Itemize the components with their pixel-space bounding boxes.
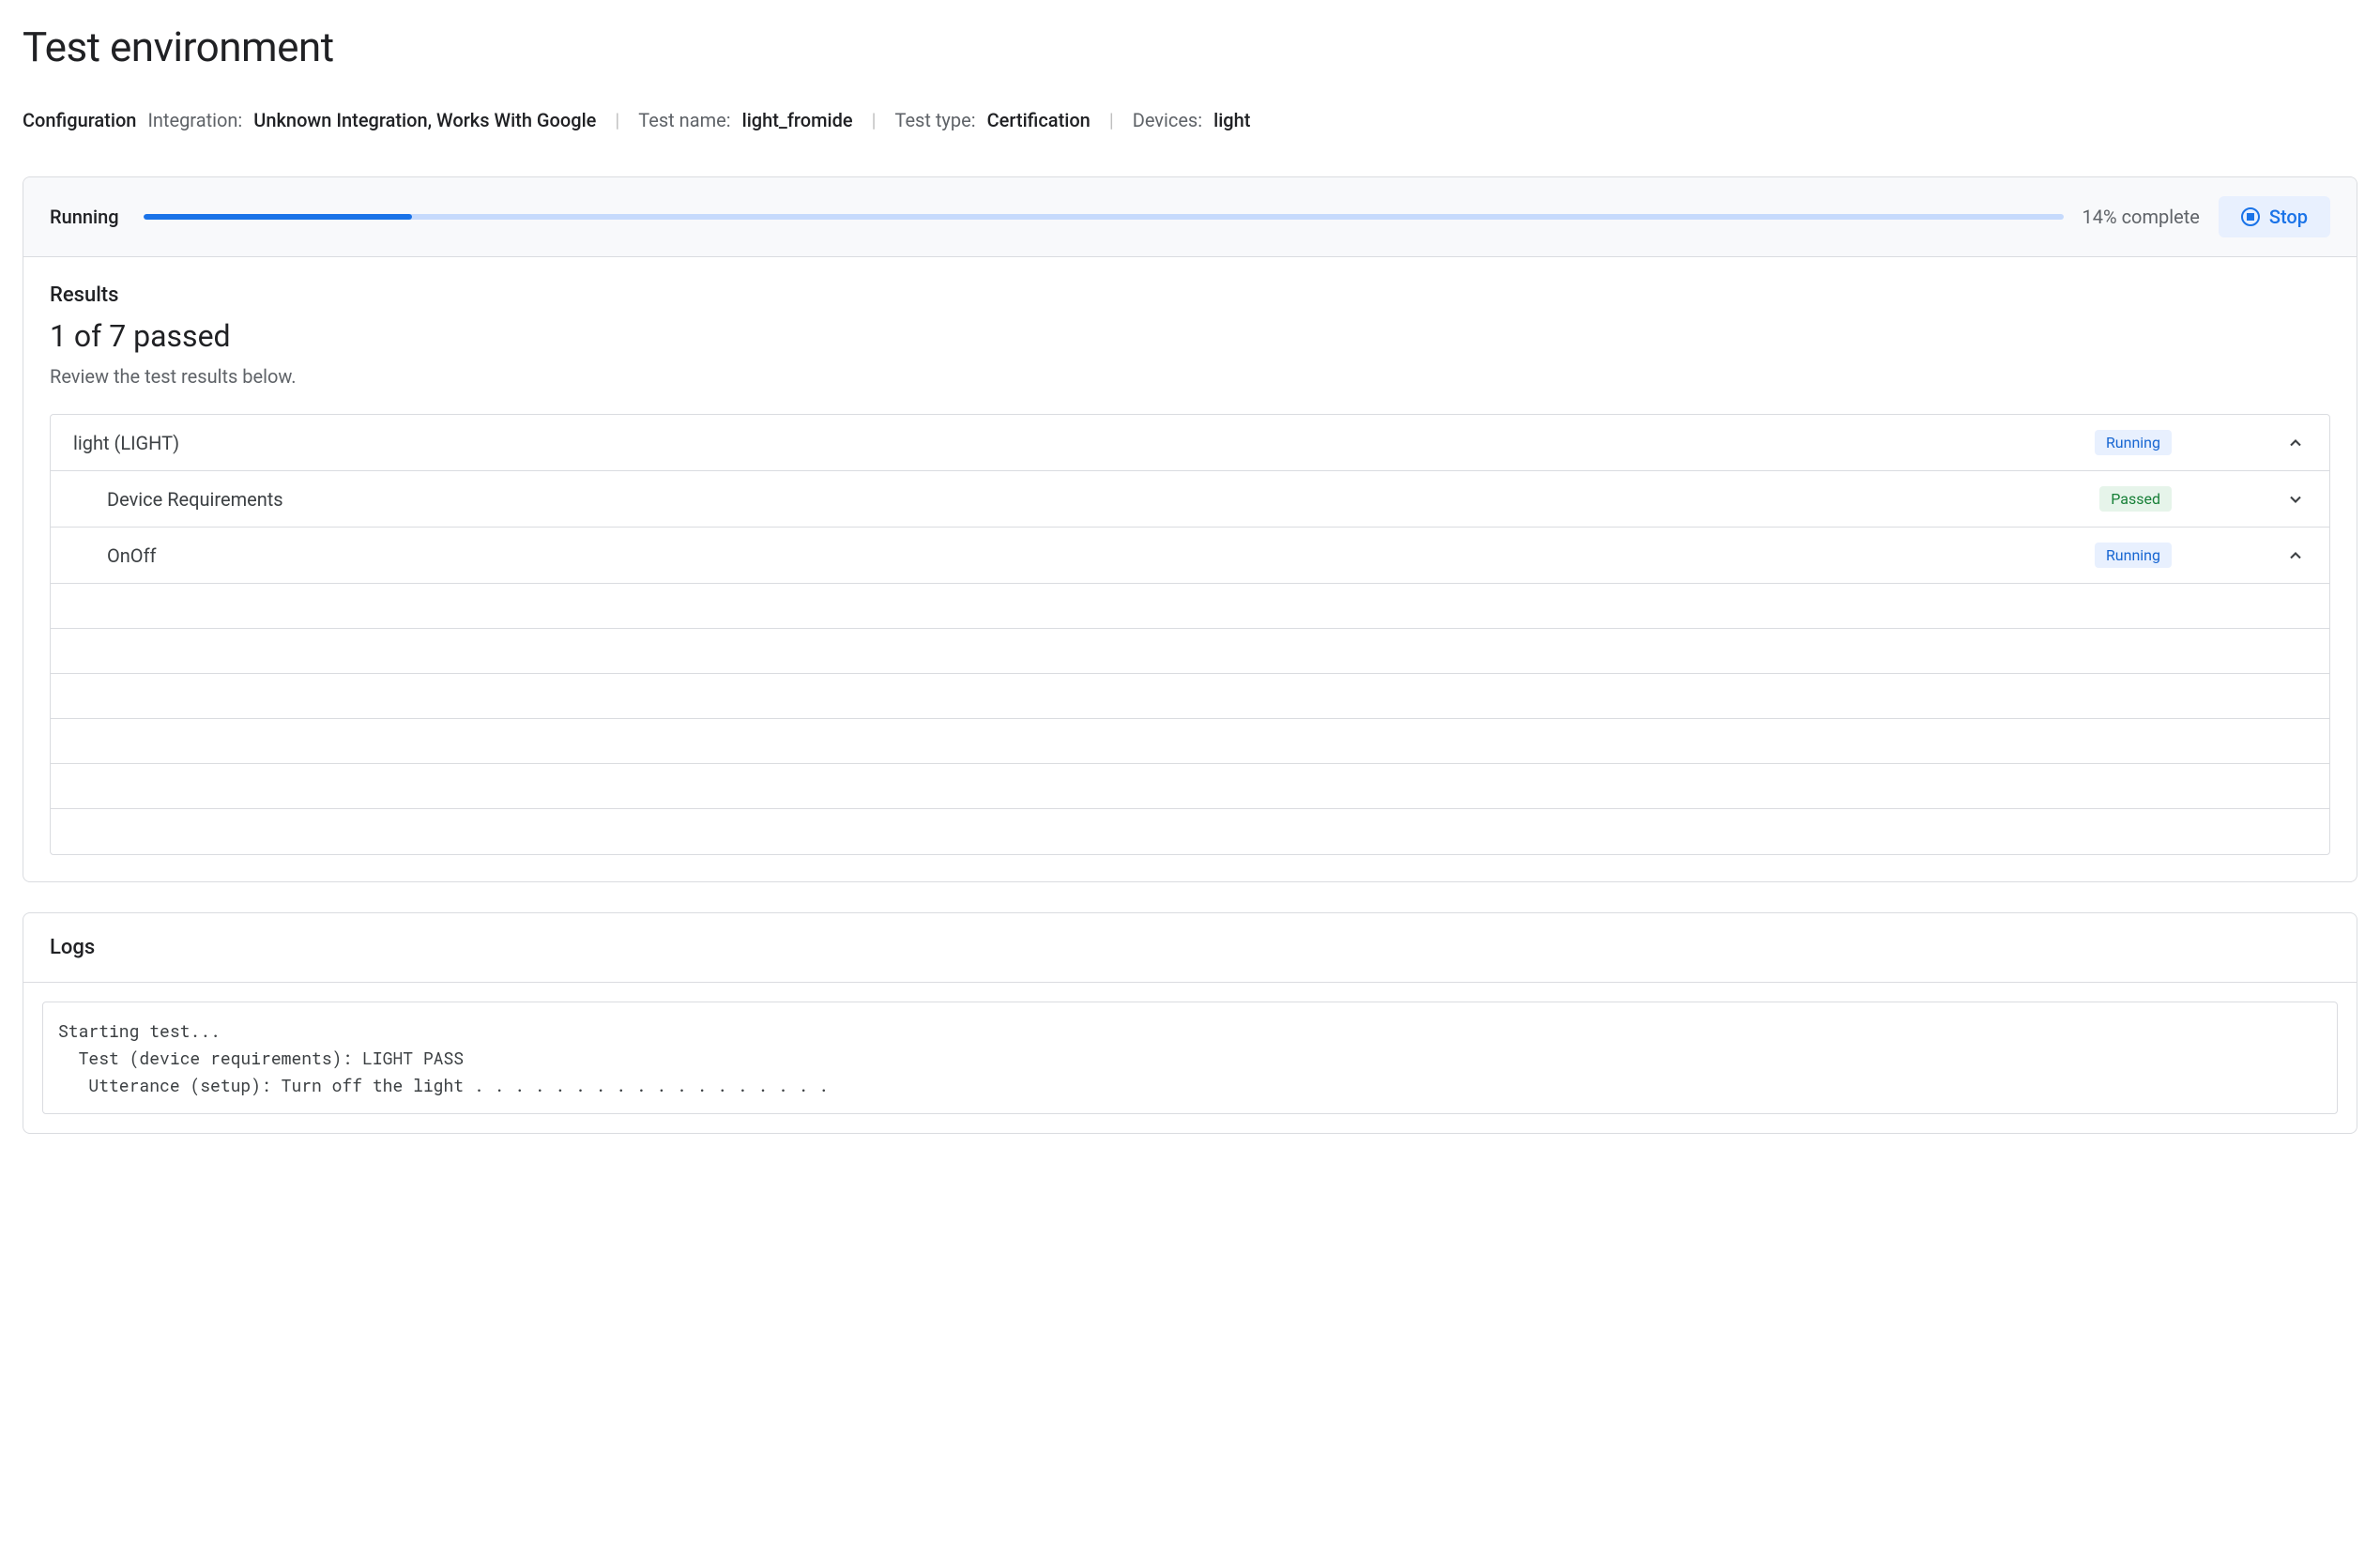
results-section: Results 1 of 7 passed Review the test re… xyxy=(23,257,2357,881)
divider: | xyxy=(615,109,619,131)
test-name-label: Test name: xyxy=(638,109,730,131)
progress-bar xyxy=(144,214,2064,220)
result-name: Device Requirements xyxy=(107,488,2099,511)
status-label: Running xyxy=(50,206,125,228)
page-title: Test environment xyxy=(23,23,2357,71)
empty-row xyxy=(51,719,2329,764)
test-type-value: Certification xyxy=(987,109,1091,131)
integration-value: Unknown Integration, Works With Google xyxy=(253,109,596,131)
chevron-up-icon xyxy=(2284,544,2307,567)
status-badge: Running xyxy=(2095,543,2172,568)
logs-card: Logs Starting test... Test (device requi… xyxy=(23,912,2357,1134)
empty-row xyxy=(51,584,2329,629)
stop-button[interactable]: Stop xyxy=(2219,196,2330,237)
devices-value: light xyxy=(1213,109,1250,131)
result-name: OnOff xyxy=(107,544,2095,567)
integration-label: Integration: xyxy=(147,109,242,131)
stop-icon xyxy=(2241,207,2260,226)
results-subtitle: Review the test results below. xyxy=(50,365,2330,388)
configuration-label: Configuration xyxy=(23,109,136,131)
divider: | xyxy=(1109,109,1114,131)
configuration-row: Configuration Integration: Unknown Integ… xyxy=(23,109,2357,131)
result-row-device-requirements[interactable]: Device Requirements Passed xyxy=(51,471,2329,528)
status-badge: Running xyxy=(2095,430,2172,455)
devices-label: Devices: xyxy=(1133,109,1202,131)
status-badge: Passed xyxy=(2099,486,2172,512)
progress-percent-text: 14% complete xyxy=(2082,206,2200,228)
logs-title: Logs xyxy=(23,913,2357,983)
result-row-onoff[interactable]: OnOff Running xyxy=(51,528,2329,584)
divider: | xyxy=(872,109,877,131)
progress-header: Running 14% complete Stop xyxy=(23,177,2357,257)
progress-bar-fill xyxy=(144,214,412,220)
result-row-light[interactable]: light (LIGHT) Running xyxy=(51,415,2329,471)
test-name-value: light_fromide xyxy=(742,109,853,131)
results-title: Results xyxy=(50,283,2330,307)
stop-button-label: Stop xyxy=(2269,206,2308,228)
results-summary: 1 of 7 passed xyxy=(50,318,2330,354)
test-type-label: Test type: xyxy=(894,109,975,131)
empty-row xyxy=(51,809,2329,854)
empty-row xyxy=(51,674,2329,719)
empty-row xyxy=(51,629,2329,674)
chevron-up-icon xyxy=(2284,432,2307,454)
result-name: light (LIGHT) xyxy=(73,432,2095,454)
results-card: Running 14% complete Stop Results 1 of 7… xyxy=(23,176,2357,882)
logs-content: Starting test... Test (device requiremen… xyxy=(42,1002,2338,1114)
chevron-down-icon xyxy=(2284,488,2307,511)
results-table: light (LIGHT) Running Device Requirement… xyxy=(50,414,2330,855)
empty-row xyxy=(51,764,2329,809)
